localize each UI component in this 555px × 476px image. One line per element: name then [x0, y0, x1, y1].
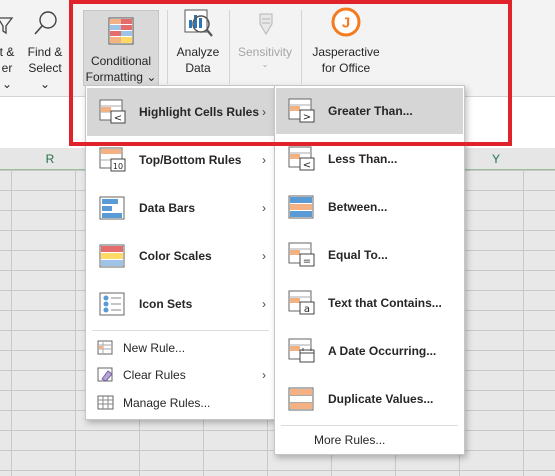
- chevron-right-icon: ›: [262, 105, 266, 119]
- highlight-cells-rules-icon: <: [99, 99, 127, 125]
- submenu-item-equal-to[interactable]: = Equal To...: [276, 232, 463, 278]
- duplicate-values-icon: [288, 386, 316, 412]
- icon-sets-icon: [99, 291, 127, 317]
- submenu-item-greater-than[interactable]: > Greater Than...: [276, 88, 463, 134]
- menu-item-label: Icon Sets: [139, 297, 193, 311]
- text-contains-icon: a: [288, 290, 316, 316]
- submenu-item-label: Text that Contains...: [328, 296, 442, 310]
- submenu-item-label: Greater Than...: [328, 104, 413, 118]
- submenu-item-label: More Rules...: [314, 433, 386, 447]
- analyze-data-label-2: Data: [185, 61, 211, 75]
- menu-item-label: New Rule...: [123, 340, 186, 355]
- submenu-item-between[interactable]: Between...: [276, 184, 463, 230]
- chevron-right-icon: ›: [262, 297, 266, 311]
- menu-item-label: Clear Rules: [123, 368, 186, 382]
- analyze-data-button[interactable]: Analyze Data: [174, 6, 222, 76]
- analyze-data-label-1: Analyze: [176, 45, 220, 59]
- chevron-right-icon: ›: [262, 368, 266, 382]
- jasperactive-logo-letter: J: [342, 15, 350, 32]
- conditional-formatting-label-2: Formatting ⌄: [85, 70, 157, 84]
- jasperactive-button[interactable]: J Jasperactive for Office: [312, 6, 380, 76]
- sensitivity-button[interactable]: Sensitivity ⌄: [236, 6, 294, 70]
- menu-item-label: Data Bars: [139, 201, 196, 215]
- between-icon: [288, 194, 316, 220]
- find-select-button[interactable]: Find & Select ⌄: [24, 6, 66, 92]
- calendar-icon: [288, 338, 316, 364]
- svg-text:10: 10: [113, 162, 123, 171]
- ribbon-separator: [70, 10, 71, 84]
- less-than-icon: <: [288, 146, 316, 172]
- sort-filter-label-1: t &: [0, 45, 15, 59]
- conditional-formatting-icon: [104, 15, 138, 49]
- submenu-item-more-rules[interactable]: More Rules...: [276, 427, 463, 453]
- menu-separator: [281, 425, 458, 426]
- sort-filter-label-2: er ⌄: [1, 61, 13, 91]
- svg-text:>: >: [303, 112, 311, 123]
- find-select-label-1: Find &: [27, 45, 63, 59]
- column-header-y[interactable]: Y: [466, 148, 526, 170]
- submenu-item-label: Between...: [328, 200, 388, 214]
- sensitivity-caret: ⌄: [261, 60, 269, 69]
- conditional-formatting-label-1: Conditional: [90, 54, 152, 68]
- menu-item-data-bars[interactable]: Data Bars ›: [87, 184, 274, 232]
- submenu-item-a-date-occurring[interactable]: A Date Occurring...: [276, 328, 463, 374]
- sort-filter-button[interactable]: t & er ⌄: [0, 6, 18, 92]
- submenu-item-label: Less Than...: [328, 152, 398, 166]
- jasperactive-logo-icon: J: [329, 6, 363, 40]
- ribbon: t & er ⌄ Find & Select ⌄ Conditional For…: [0, 0, 555, 96]
- conditional-formatting-button[interactable]: Conditional Formatting ⌄: [83, 10, 159, 86]
- submenu-item-label: Duplicate Values...: [328, 392, 434, 406]
- ribbon-separator: [167, 10, 168, 84]
- conditional-formatting-menu: < Highlight Cells Rules › 10 Top/Bottom …: [85, 85, 276, 420]
- svg-text:a: a: [304, 304, 310, 315]
- menu-item-clear-rules[interactable]: Clear Rules ›: [87, 361, 274, 389]
- sensitivity-icon: [248, 6, 282, 40]
- menu-item-label: Manage Rules...: [123, 396, 211, 410]
- new-rule-icon: [97, 340, 115, 356]
- submenu-item-label: Equal To...: [328, 248, 388, 262]
- color-scales-icon: [99, 243, 127, 269]
- svg-text:=: =: [303, 256, 311, 267]
- chevron-right-icon: ›: [262, 153, 266, 167]
- ribbon-separator: [229, 10, 230, 84]
- jasperactive-label-1: Jasperactive: [312, 45, 380, 59]
- manage-rules-icon: [97, 395, 115, 411]
- submenu-item-duplicate-values[interactable]: Duplicate Values...: [276, 376, 463, 422]
- submenu-item-label: A Date Occurring...: [328, 344, 437, 358]
- chevron-right-icon: ›: [262, 201, 266, 215]
- submenu-item-text-that-contains[interactable]: a Text that Contains...: [276, 280, 463, 326]
- greater-than-icon: >: [288, 98, 316, 124]
- jasperactive-label-2: for Office: [321, 61, 371, 75]
- menu-item-icon-sets[interactable]: Icon Sets ›: [87, 280, 274, 328]
- menu-item-label: Color Scales: [139, 249, 212, 263]
- svg-text:<: <: [303, 160, 311, 171]
- equal-to-icon: =: [288, 242, 316, 268]
- ribbon-separator: [301, 10, 302, 84]
- menu-item-label: Highlight Cells Rules: [139, 105, 260, 119]
- menu-item-label: Top/Bottom Rules: [139, 153, 242, 167]
- find-select-label-2: Select ⌄: [28, 61, 62, 91]
- menu-item-manage-rules[interactable]: Manage Rules...: [87, 389, 274, 417]
- chevron-right-icon: ›: [262, 249, 266, 263]
- filter-icon: [0, 6, 18, 40]
- submenu-item-less-than[interactable]: < Less Than...: [276, 136, 463, 182]
- data-bars-icon: [99, 195, 127, 221]
- svg-text:<: <: [114, 113, 122, 124]
- menu-item-new-rule[interactable]: New Rule...: [87, 334, 274, 361]
- highlight-cells-rules-submenu: > Greater Than... < Less Than... Between…: [274, 85, 465, 455]
- top-bottom-rules-icon: 10: [99, 147, 127, 173]
- menu-separator: [92, 330, 269, 331]
- menu-item-color-scales[interactable]: Color Scales ›: [87, 232, 274, 280]
- sensitivity-label: Sensitivity: [237, 45, 293, 59]
- menu-item-top-bottom-rules[interactable]: 10 Top/Bottom Rules ›: [87, 136, 274, 184]
- analyze-data-icon: [181, 6, 215, 40]
- eraser-icon: [97, 367, 115, 383]
- search-icon: [28, 6, 62, 40]
- column-header-r[interactable]: R: [20, 148, 80, 170]
- menu-item-highlight-cells-rules[interactable]: < Highlight Cells Rules ›: [87, 88, 274, 136]
